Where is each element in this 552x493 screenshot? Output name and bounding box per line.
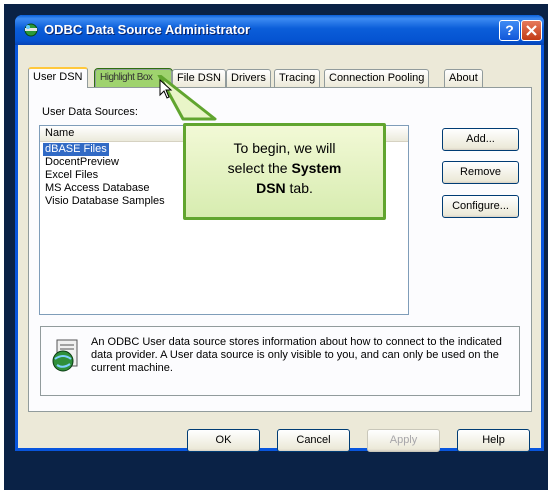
callout-line-3: DSN tab. bbox=[186, 178, 383, 198]
add-button[interactable]: Add... bbox=[442, 128, 519, 151]
tab-tracing[interactable]: Tracing bbox=[274, 69, 321, 87]
info-box: An ODBC User data source stores informat… bbox=[40, 326, 520, 396]
tab-drivers[interactable]: Drivers bbox=[226, 69, 271, 87]
tutorial-callout: To begin, we will select the System DSN … bbox=[183, 123, 386, 220]
callout-line-2-bold: System bbox=[291, 160, 342, 176]
odbc-app-icon bbox=[24, 23, 38, 37]
info-description: An ODBC User data source stores informat… bbox=[91, 336, 502, 374]
callout-line-3-bold: DSN bbox=[256, 180, 286, 196]
list-item[interactable]: Visio Database Samples bbox=[43, 195, 167, 208]
cancel-button[interactable]: Cancel bbox=[277, 429, 350, 452]
callout-line-3-suffix: tab. bbox=[285, 180, 313, 196]
screenshot-frame: ODBC Data Source Administrator ? User DS… bbox=[4, 4, 548, 490]
tab-about[interactable]: About bbox=[444, 69, 483, 87]
mouse-cursor-icon bbox=[159, 79, 173, 99]
remove-button[interactable]: Remove bbox=[442, 161, 519, 184]
user-data-sources-label: User Data Sources: bbox=[42, 106, 138, 118]
highlight-box-label: Highlight Box bbox=[100, 72, 153, 83]
callout-text: To begin, we will select the System DSN … bbox=[186, 138, 383, 198]
list-item[interactable]: MS Access Database bbox=[43, 182, 152, 195]
callout-line-2: select the System bbox=[186, 158, 383, 178]
tab-strip: User DSN Highlight Box File DSN Drivers … bbox=[18, 67, 541, 88]
callout-line-1: To begin, we will bbox=[233, 140, 336, 156]
list-item[interactable]: DocentPreview bbox=[43, 156, 121, 169]
database-globe-icon bbox=[52, 339, 78, 372]
list-item[interactable]: Excel Files bbox=[43, 169, 100, 182]
column-name-header: Name bbox=[45, 127, 75, 139]
help-button[interactable]: Help bbox=[457, 429, 530, 452]
odbc-dialog: ODBC Data Source Administrator ? User DS… bbox=[15, 15, 544, 452]
ok-button[interactable]: OK bbox=[187, 429, 260, 452]
apply-button[interactable]: Apply bbox=[367, 429, 440, 452]
help-icon[interactable]: ? bbox=[499, 20, 520, 41]
list-item[interactable]: dBASE Files bbox=[43, 143, 109, 156]
close-icon[interactable] bbox=[521, 20, 542, 41]
tab-user-dsn[interactable]: User DSN bbox=[28, 67, 88, 88]
title-bar[interactable]: ODBC Data Source Administrator ? bbox=[15, 15, 544, 45]
callout-line-2-prefix: select the bbox=[227, 160, 292, 176]
tab-connection-pooling[interactable]: Connection Pooling bbox=[324, 69, 430, 87]
configure-button[interactable]: Configure... bbox=[442, 195, 519, 218]
window-title: ODBC Data Source Administrator bbox=[44, 22, 251, 37]
